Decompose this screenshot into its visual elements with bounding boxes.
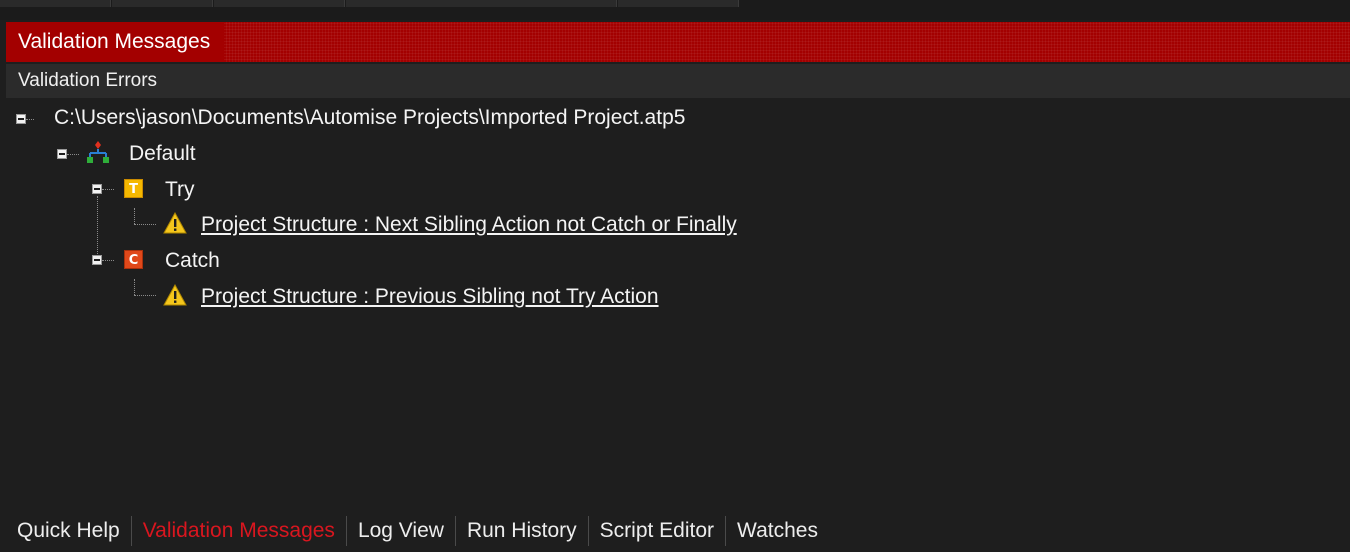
validation-tree[interactable]: C:\Users\jason\Documents\Automise Projec… [6,100,1350,504]
validation-message-link[interactable]: Project Structure : Previous Sibling not… [201,284,659,310]
project-path-node[interactable]: C:\Users\jason\Documents\Automise Projec… [54,105,685,131]
tab-quick-help[interactable]: Quick Help [6,510,131,552]
tab-run-history[interactable]: Run History [456,510,588,552]
tab-script-editor[interactable]: Script Editor [589,510,725,552]
toolbar-segment [346,0,617,7]
section-label: Validation Errors [6,64,1350,98]
catch-action-icon: C [124,250,143,269]
warning-icon [163,283,187,306]
tree-connector [102,260,114,261]
tab-watches[interactable]: Watches [726,510,829,552]
collapse-icon[interactable] [57,149,67,159]
panel-title: Validation Messages [6,22,225,62]
warning-icon [163,211,187,234]
try-action-node[interactable]: Try [165,177,195,203]
tree-connector [134,208,135,224]
validation-message-link[interactable]: Project Structure : Next Sibling Action … [201,212,737,238]
hierarchy-icon [85,139,111,165]
validation-messages-window: Validation Messages Validation Errors C:… [0,0,1350,552]
toolbar-segment [0,0,111,7]
tree-connector [26,119,34,120]
toolbar-segment [112,0,213,7]
tree-connector [134,279,135,295]
tree-connector [102,189,114,190]
tab-log-view[interactable]: Log View [347,510,455,552]
toolbar-segment [618,0,739,7]
tree-connector [134,224,156,225]
tab-validation-messages[interactable]: Validation Messages [132,510,346,552]
toolbar-segment [214,0,345,7]
catch-action-node[interactable]: Catch [165,248,220,274]
collapse-icon[interactable] [16,114,26,124]
tree-connector [97,196,98,258]
stage-node-default[interactable]: Default [129,141,196,167]
tree-connector [67,154,79,155]
collapse-icon[interactable] [92,184,102,194]
toolbar-strip [0,0,1350,20]
try-action-icon: T [124,179,143,198]
tree-connector [134,295,156,296]
bottom-tab-bar: Quick Help Validation Messages Log View … [6,510,1350,552]
panel-header: Validation Messages [6,22,1350,62]
collapse-icon[interactable] [92,255,102,265]
